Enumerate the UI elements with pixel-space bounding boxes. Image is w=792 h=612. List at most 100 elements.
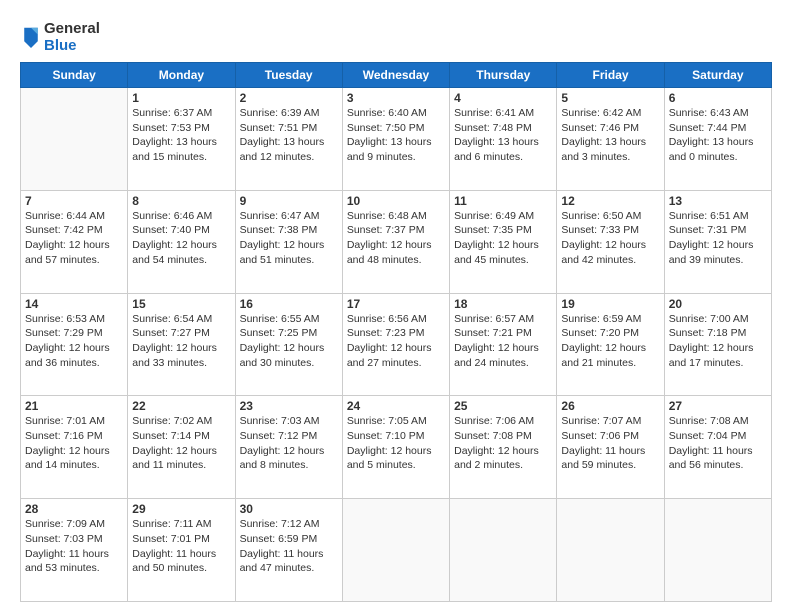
logo-icon	[22, 26, 40, 48]
calendar-day-cell: 12Sunrise: 6:50 AM Sunset: 7:33 PM Dayli…	[557, 190, 664, 293]
calendar-day-header: Wednesday	[342, 63, 449, 88]
day-number: 3	[347, 91, 445, 105]
day-number: 19	[561, 297, 659, 311]
day-number: 18	[454, 297, 552, 311]
day-number: 1	[132, 91, 230, 105]
calendar-day-cell	[557, 499, 664, 602]
day-number: 7	[25, 194, 123, 208]
day-info: Sunrise: 7:01 AM Sunset: 7:16 PM Dayligh…	[25, 414, 123, 473]
day-number: 13	[669, 194, 767, 208]
day-number: 8	[132, 194, 230, 208]
calendar-day-cell: 14Sunrise: 6:53 AM Sunset: 7:29 PM Dayli…	[21, 293, 128, 396]
day-info: Sunrise: 7:07 AM Sunset: 7:06 PM Dayligh…	[561, 414, 659, 473]
calendar-day-cell: 11Sunrise: 6:49 AM Sunset: 7:35 PM Dayli…	[450, 190, 557, 293]
calendar-day-cell: 8Sunrise: 6:46 AM Sunset: 7:40 PM Daylig…	[128, 190, 235, 293]
calendar-day-cell: 3Sunrise: 6:40 AM Sunset: 7:50 PM Daylig…	[342, 88, 449, 191]
calendar-day-header: Monday	[128, 63, 235, 88]
day-info: Sunrise: 6:44 AM Sunset: 7:42 PM Dayligh…	[25, 209, 123, 268]
calendar-day-cell: 22Sunrise: 7:02 AM Sunset: 7:14 PM Dayli…	[128, 396, 235, 499]
calendar-day-cell	[450, 499, 557, 602]
day-number: 22	[132, 399, 230, 413]
calendar-day-cell: 1Sunrise: 6:37 AM Sunset: 7:53 PM Daylig…	[128, 88, 235, 191]
calendar-day-cell: 17Sunrise: 6:56 AM Sunset: 7:23 PM Dayli…	[342, 293, 449, 396]
day-number: 9	[240, 194, 338, 208]
day-info: Sunrise: 7:03 AM Sunset: 7:12 PM Dayligh…	[240, 414, 338, 473]
calendar-day-header: Saturday	[664, 63, 771, 88]
page: General Blue SundayMondayTuesdayWednesda…	[0, 0, 792, 612]
day-number: 24	[347, 399, 445, 413]
day-number: 4	[454, 91, 552, 105]
logo-text: General Blue	[44, 20, 100, 54]
calendar-day-cell: 24Sunrise: 7:05 AM Sunset: 7:10 PM Dayli…	[342, 396, 449, 499]
day-info: Sunrise: 6:41 AM Sunset: 7:48 PM Dayligh…	[454, 106, 552, 165]
calendar-day-header: Tuesday	[235, 63, 342, 88]
calendar-table: SundayMondayTuesdayWednesdayThursdayFrid…	[20, 62, 772, 602]
calendar-day-cell	[342, 499, 449, 602]
day-number: 5	[561, 91, 659, 105]
day-number: 17	[347, 297, 445, 311]
day-info: Sunrise: 7:11 AM Sunset: 7:01 PM Dayligh…	[132, 517, 230, 576]
day-number: 23	[240, 399, 338, 413]
calendar-day-cell: 6Sunrise: 6:43 AM Sunset: 7:44 PM Daylig…	[664, 88, 771, 191]
calendar-day-cell: 26Sunrise: 7:07 AM Sunset: 7:06 PM Dayli…	[557, 396, 664, 499]
day-number: 11	[454, 194, 552, 208]
calendar-day-cell: 29Sunrise: 7:11 AM Sunset: 7:01 PM Dayli…	[128, 499, 235, 602]
day-info: Sunrise: 6:42 AM Sunset: 7:46 PM Dayligh…	[561, 106, 659, 165]
calendar-day-cell: 15Sunrise: 6:54 AM Sunset: 7:27 PM Dayli…	[128, 293, 235, 396]
calendar-day-cell: 9Sunrise: 6:47 AM Sunset: 7:38 PM Daylig…	[235, 190, 342, 293]
calendar-day-cell: 16Sunrise: 6:55 AM Sunset: 7:25 PM Dayli…	[235, 293, 342, 396]
day-number: 30	[240, 502, 338, 516]
day-number: 29	[132, 502, 230, 516]
day-info: Sunrise: 6:43 AM Sunset: 7:44 PM Dayligh…	[669, 106, 767, 165]
calendar-week-row: 1Sunrise: 6:37 AM Sunset: 7:53 PM Daylig…	[21, 88, 772, 191]
calendar-day-cell	[664, 499, 771, 602]
day-info: Sunrise: 7:08 AM Sunset: 7:04 PM Dayligh…	[669, 414, 767, 473]
day-info: Sunrise: 6:48 AM Sunset: 7:37 PM Dayligh…	[347, 209, 445, 268]
day-info: Sunrise: 7:12 AM Sunset: 6:59 PM Dayligh…	[240, 517, 338, 576]
day-info: Sunrise: 6:47 AM Sunset: 7:38 PM Dayligh…	[240, 209, 338, 268]
day-number: 6	[669, 91, 767, 105]
calendar-day-cell: 21Sunrise: 7:01 AM Sunset: 7:16 PM Dayli…	[21, 396, 128, 499]
calendar-day-cell: 13Sunrise: 6:51 AM Sunset: 7:31 PM Dayli…	[664, 190, 771, 293]
calendar-day-cell: 23Sunrise: 7:03 AM Sunset: 7:12 PM Dayli…	[235, 396, 342, 499]
calendar-week-row: 7Sunrise: 6:44 AM Sunset: 7:42 PM Daylig…	[21, 190, 772, 293]
calendar-day-cell: 27Sunrise: 7:08 AM Sunset: 7:04 PM Dayli…	[664, 396, 771, 499]
day-number: 12	[561, 194, 659, 208]
calendar-day-cell	[21, 88, 128, 191]
day-info: Sunrise: 6:55 AM Sunset: 7:25 PM Dayligh…	[240, 312, 338, 371]
calendar-day-header: Friday	[557, 63, 664, 88]
day-info: Sunrise: 6:59 AM Sunset: 7:20 PM Dayligh…	[561, 312, 659, 371]
day-number: 27	[669, 399, 767, 413]
day-info: Sunrise: 7:02 AM Sunset: 7:14 PM Dayligh…	[132, 414, 230, 473]
calendar-day-cell: 25Sunrise: 7:06 AM Sunset: 7:08 PM Dayli…	[450, 396, 557, 499]
calendar-day-cell: 30Sunrise: 7:12 AM Sunset: 6:59 PM Dayli…	[235, 499, 342, 602]
day-info: Sunrise: 6:50 AM Sunset: 7:33 PM Dayligh…	[561, 209, 659, 268]
calendar-day-cell: 28Sunrise: 7:09 AM Sunset: 7:03 PM Dayli…	[21, 499, 128, 602]
day-number: 15	[132, 297, 230, 311]
day-info: Sunrise: 6:49 AM Sunset: 7:35 PM Dayligh…	[454, 209, 552, 268]
day-number: 14	[25, 297, 123, 311]
day-info: Sunrise: 6:39 AM Sunset: 7:51 PM Dayligh…	[240, 106, 338, 165]
day-info: Sunrise: 6:37 AM Sunset: 7:53 PM Dayligh…	[132, 106, 230, 165]
day-number: 2	[240, 91, 338, 105]
day-info: Sunrise: 6:51 AM Sunset: 7:31 PM Dayligh…	[669, 209, 767, 268]
calendar-day-cell: 7Sunrise: 6:44 AM Sunset: 7:42 PM Daylig…	[21, 190, 128, 293]
calendar-day-cell: 2Sunrise: 6:39 AM Sunset: 7:51 PM Daylig…	[235, 88, 342, 191]
day-number: 16	[240, 297, 338, 311]
calendar-week-row: 21Sunrise: 7:01 AM Sunset: 7:16 PM Dayli…	[21, 396, 772, 499]
header: General Blue	[20, 16, 772, 54]
calendar-day-header: Thursday	[450, 63, 557, 88]
day-number: 28	[25, 502, 123, 516]
calendar-day-header: Sunday	[21, 63, 128, 88]
day-info: Sunrise: 6:53 AM Sunset: 7:29 PM Dayligh…	[25, 312, 123, 371]
day-info: Sunrise: 7:00 AM Sunset: 7:18 PM Dayligh…	[669, 312, 767, 371]
day-info: Sunrise: 6:40 AM Sunset: 7:50 PM Dayligh…	[347, 106, 445, 165]
calendar-week-row: 28Sunrise: 7:09 AM Sunset: 7:03 PM Dayli…	[21, 499, 772, 602]
day-info: Sunrise: 6:56 AM Sunset: 7:23 PM Dayligh…	[347, 312, 445, 371]
day-number: 10	[347, 194, 445, 208]
day-info: Sunrise: 6:57 AM Sunset: 7:21 PM Dayligh…	[454, 312, 552, 371]
day-info: Sunrise: 7:09 AM Sunset: 7:03 PM Dayligh…	[25, 517, 123, 576]
calendar-day-cell: 18Sunrise: 6:57 AM Sunset: 7:21 PM Dayli…	[450, 293, 557, 396]
day-number: 20	[669, 297, 767, 311]
calendar-day-cell: 10Sunrise: 6:48 AM Sunset: 7:37 PM Dayli…	[342, 190, 449, 293]
